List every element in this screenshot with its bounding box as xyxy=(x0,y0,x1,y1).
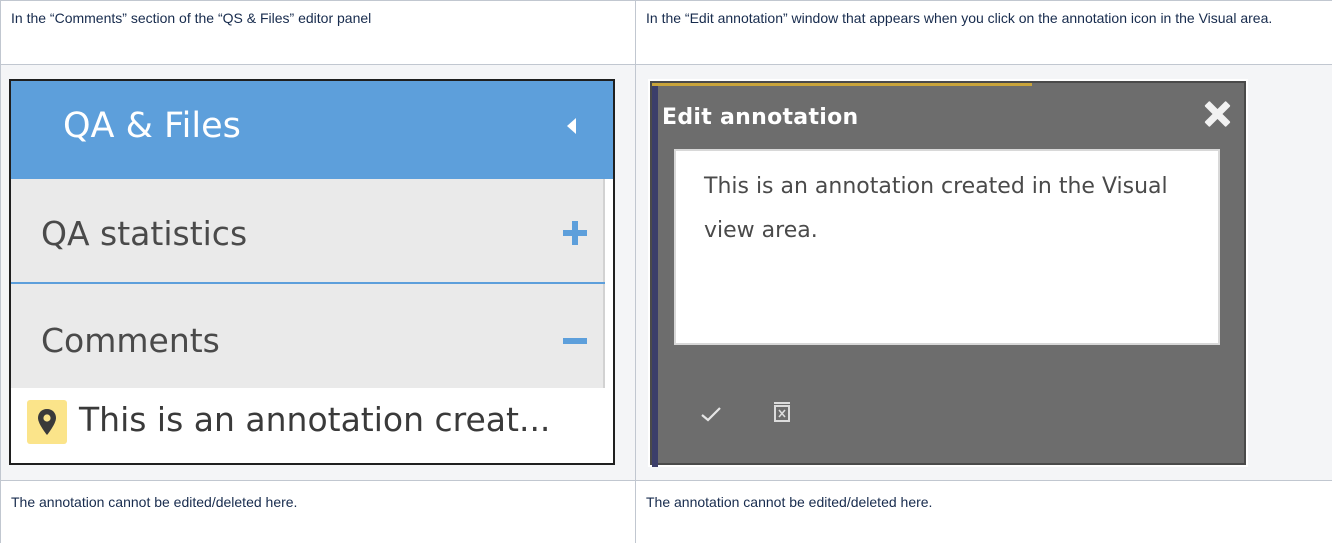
edit-annotation-window: Edit annotation This is an annotation cr… xyxy=(650,81,1246,467)
section-qa-statistics[interactable]: QA statistics xyxy=(11,179,605,284)
footer-text-right: The annotation cannot be edited/deleted … xyxy=(646,494,933,510)
header-text-right: In the “Edit annotation” window that app… xyxy=(646,10,1273,26)
collapse-arrow-icon[interactable] xyxy=(567,118,576,134)
window-title: Edit annotation xyxy=(662,105,859,130)
qa-files-panel-screenshot: QA & Files QA statistics Comments This i… xyxy=(9,79,615,465)
minus-icon[interactable] xyxy=(563,338,587,344)
comment-text: This is an annotation creat... xyxy=(79,400,551,439)
footer-cell-right: The annotation cannot be edited/deleted … xyxy=(635,480,1332,543)
header-row: In the “Comments” section of the “QS & F… xyxy=(0,0,1332,65)
annotation-textarea[interactable]: This is an annotation created in the Vis… xyxy=(674,149,1220,345)
panel-body: QA statistics Comments This is an annota… xyxy=(11,179,605,463)
comment-list-item[interactable]: This is an annotation creat... xyxy=(11,388,605,463)
map-pin-icon[interactable] xyxy=(27,400,67,444)
section-label-comments: Comments xyxy=(41,321,220,360)
header-cell-right: In the “Edit annotation” window that app… xyxy=(635,0,1332,65)
section-comments[interactable]: Comments xyxy=(11,286,605,388)
footer-row: The annotation cannot be edited/deleted … xyxy=(0,480,1332,543)
footer-cell-left: The annotation cannot be edited/deleted … xyxy=(0,480,636,543)
window-edge xyxy=(652,83,658,467)
screenshot-cell-right: Edit annotation This is an annotation cr… xyxy=(635,64,1332,481)
annotation-text: This is an annotation created in the Vis… xyxy=(704,174,1168,243)
delete-icon[interactable] xyxy=(772,401,792,428)
screenshot-row: QA & Files QA statistics Comments This i… xyxy=(0,64,1332,481)
panel-title: QA & Files xyxy=(63,106,241,146)
check-icon[interactable] xyxy=(700,405,722,428)
header-text-left: In the “Comments” section of the “QS & F… xyxy=(11,10,372,26)
panel-header: QA & Files xyxy=(11,81,613,179)
comparison-table: In the “Comments” section of the “QS & F… xyxy=(0,0,1332,543)
plus-icon[interactable] xyxy=(563,221,587,245)
section-label-qa-statistics: QA statistics xyxy=(41,214,248,253)
screenshot-cell-left: QA & Files QA statistics Comments This i… xyxy=(0,64,636,481)
close-icon[interactable] xyxy=(1204,101,1230,127)
edit-annotation-screenshot: Edit annotation This is an annotation cr… xyxy=(648,79,1248,467)
header-cell-left: In the “Comments” section of the “QS & F… xyxy=(0,0,636,65)
panel-edge xyxy=(607,179,613,463)
footer-text-left: The annotation cannot be edited/deleted … xyxy=(11,494,298,510)
window-top-line xyxy=(652,83,1032,86)
